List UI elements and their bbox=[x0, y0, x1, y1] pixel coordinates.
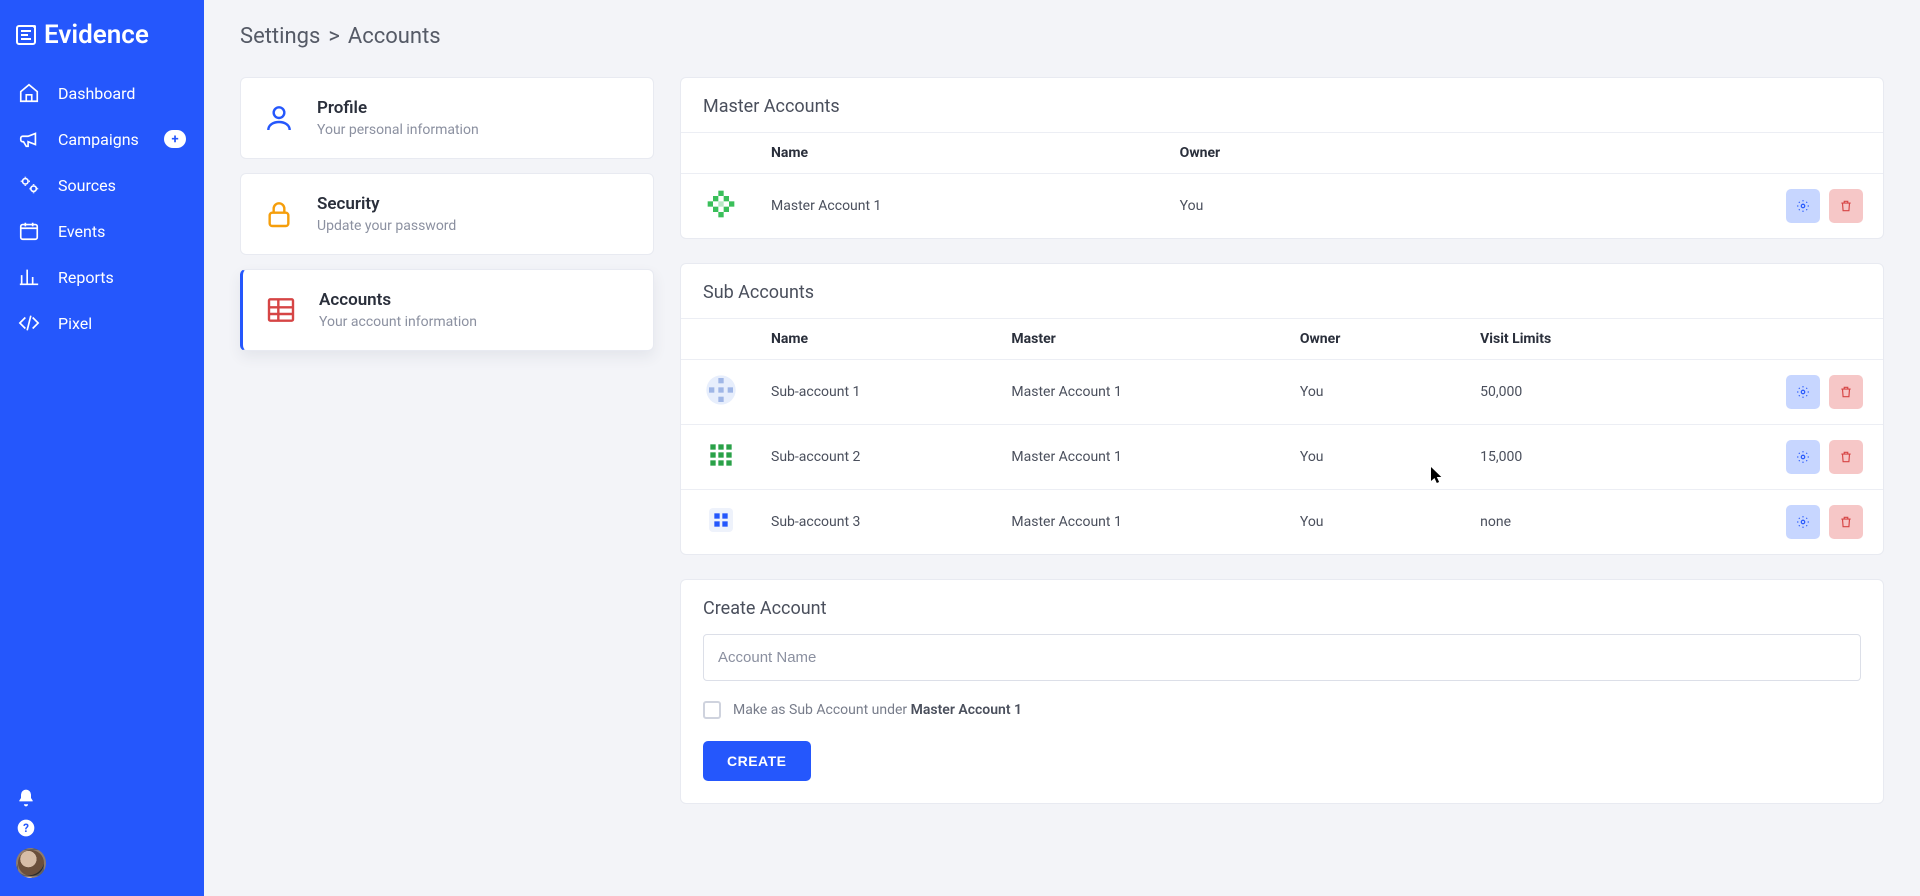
col-owner: Owner bbox=[1180, 133, 1773, 174]
sidebar-item-pixel[interactable]: Pixel bbox=[0, 300, 204, 346]
breadcrumb: Settings > Accounts bbox=[240, 24, 1884, 49]
cell-visit-limits: 15,000 bbox=[1480, 425, 1773, 490]
tab-title: Profile bbox=[317, 98, 479, 118]
tab-subtitle: Your account information bbox=[319, 314, 477, 330]
lock-icon bbox=[263, 198, 295, 230]
sidebar-item-dashboard[interactable]: Dashboard bbox=[0, 70, 204, 116]
app-name: Evidence bbox=[44, 20, 149, 50]
sidebar-item-label: Sources bbox=[58, 176, 116, 195]
table-grid-icon bbox=[265, 294, 297, 326]
sidebar-item-label: Reports bbox=[58, 268, 114, 287]
sub-accounts-table: Name Master Owner Visit Limits Sub-accou… bbox=[681, 318, 1883, 554]
sidebar-item-label: Events bbox=[58, 222, 105, 241]
tab-title: Security bbox=[317, 194, 456, 214]
sidebar-item-label: Pixel bbox=[58, 314, 92, 333]
sidebar-footer: ? bbox=[0, 778, 204, 896]
cell-owner: You bbox=[1300, 425, 1480, 490]
cell-name: Sub-account 3 bbox=[771, 490, 1011, 555]
cell-master: Master Account 1 bbox=[1011, 425, 1299, 490]
cell-visit-limits: none bbox=[1480, 490, 1773, 555]
table-row: Master Account 1 You bbox=[681, 174, 1883, 239]
sidebar-item-campaigns[interactable]: Campaigns + bbox=[0, 116, 204, 162]
table-row: Sub-account 2 Master Account 1 You 15,00… bbox=[681, 425, 1883, 490]
cell-name: Sub-account 2 bbox=[771, 425, 1011, 490]
help-icon[interactable]: ? bbox=[16, 818, 36, 838]
row-delete-button[interactable] bbox=[1829, 375, 1863, 409]
row-settings-button[interactable] bbox=[1786, 505, 1820, 539]
col-name: Name bbox=[771, 133, 1180, 174]
code-icon bbox=[18, 312, 40, 334]
cell-visit-limits: 50,000 bbox=[1480, 360, 1773, 425]
create-account-panel: Create Account Make as Sub Account under… bbox=[680, 579, 1884, 804]
table-row: Sub-account 3 Master Account 1 You none bbox=[681, 490, 1883, 555]
col-visit-limits: Visit Limits bbox=[1480, 319, 1773, 360]
panel-heading: Create Account bbox=[681, 580, 1883, 634]
sidebar-item-label: Dashboard bbox=[58, 84, 135, 103]
cell-master: Master Account 1 bbox=[1011, 360, 1299, 425]
tab-title: Accounts bbox=[319, 290, 477, 310]
row-delete-button[interactable] bbox=[1829, 505, 1863, 539]
col-master: Master bbox=[1011, 319, 1299, 360]
settings-tab-security[interactable]: Security Update your password bbox=[240, 173, 654, 255]
sidebar-item-sources[interactable]: Sources bbox=[0, 162, 204, 208]
row-delete-button[interactable] bbox=[1829, 440, 1863, 474]
tab-subtitle: Update your password bbox=[317, 218, 456, 234]
row-settings-button[interactable] bbox=[1786, 189, 1820, 223]
main-content: Settings > Accounts Profile Your persona… bbox=[204, 0, 1920, 896]
breadcrumb-separator: > bbox=[328, 24, 340, 49]
row-delete-button[interactable] bbox=[1829, 189, 1863, 223]
app-logo[interactable]: Evidence bbox=[0, 12, 204, 70]
col-owner: Owner bbox=[1300, 319, 1480, 360]
user-icon bbox=[263, 102, 295, 134]
create-button[interactable]: CREATE bbox=[703, 741, 811, 781]
identicon-icon bbox=[705, 188, 737, 220]
cell-master: Master Account 1 bbox=[1011, 490, 1299, 555]
row-settings-button[interactable] bbox=[1786, 375, 1820, 409]
sub-account-checkbox-row[interactable]: Make as Sub Account under Master Account… bbox=[703, 701, 1861, 719]
user-avatar[interactable] bbox=[16, 848, 46, 878]
cell-name: Sub-account 1 bbox=[771, 360, 1011, 425]
megaphone-icon bbox=[18, 128, 40, 150]
col-name: Name bbox=[771, 319, 1011, 360]
breadcrumb-parent[interactable]: Settings bbox=[240, 24, 320, 49]
cell-owner: You bbox=[1300, 360, 1480, 425]
sidebar-item-label: Campaigns bbox=[58, 130, 139, 149]
master-accounts-panel: Master Accounts Name Owner bbox=[680, 77, 1884, 239]
sidebar-item-reports[interactable]: Reports bbox=[0, 254, 204, 300]
home-icon bbox=[18, 82, 40, 104]
identicon-icon bbox=[705, 504, 737, 536]
identicon-icon bbox=[705, 374, 737, 406]
svg-text:?: ? bbox=[23, 821, 29, 835]
account-name-input[interactable] bbox=[703, 634, 1861, 681]
checkbox-icon[interactable] bbox=[703, 701, 721, 719]
cell-owner: You bbox=[1300, 490, 1480, 555]
calendar-icon bbox=[18, 220, 40, 242]
settings-tab-accounts[interactable]: Accounts Your account information bbox=[240, 269, 654, 351]
gears-icon bbox=[18, 174, 40, 196]
row-settings-button[interactable] bbox=[1786, 440, 1820, 474]
checkbox-label: Make as Sub Account under Master Account… bbox=[733, 702, 1022, 718]
sidebar-item-events[interactable]: Events bbox=[0, 208, 204, 254]
panel-heading: Master Accounts bbox=[681, 78, 1883, 132]
cell-name: Master Account 1 bbox=[771, 174, 1180, 239]
breadcrumb-current: Accounts bbox=[348, 24, 441, 49]
evidence-logo-icon bbox=[14, 23, 38, 47]
table-row: Sub-account 1 Master Account 1 You 50,00… bbox=[681, 360, 1883, 425]
cell-owner: You bbox=[1180, 174, 1773, 239]
chart-icon bbox=[18, 266, 40, 288]
sub-accounts-panel: Sub Accounts Name Master Owner Visit Lim… bbox=[680, 263, 1884, 555]
panel-heading: Sub Accounts bbox=[681, 264, 1883, 318]
tab-subtitle: Your personal information bbox=[317, 122, 479, 138]
bell-icon[interactable] bbox=[16, 788, 36, 808]
identicon-icon bbox=[705, 439, 737, 471]
settings-tab-profile[interactable]: Profile Your personal information bbox=[240, 77, 654, 159]
sidebar: Evidence Dashboard Campaigns + Sources E… bbox=[0, 0, 204, 896]
plus-badge-icon[interactable]: + bbox=[164, 130, 186, 148]
master-accounts-table: Name Owner Master Account bbox=[681, 132, 1883, 238]
